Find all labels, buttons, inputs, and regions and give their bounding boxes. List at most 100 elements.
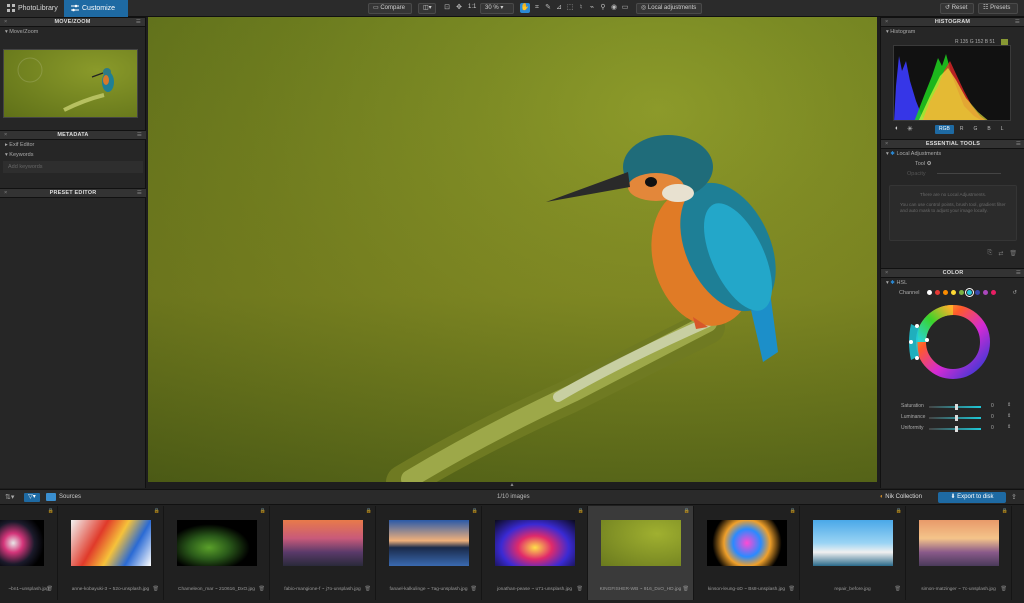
close-icon[interactable]: ×: [885, 140, 888, 149]
fit-icon[interactable]: ⊡: [442, 3, 452, 13]
channel-dot[interactable]: [935, 290, 940, 295]
hsl-slider-track[interactable]: [929, 415, 981, 421]
trash-icon[interactable]: 🗑: [789, 586, 795, 592]
hsl-slider-handle[interactable]: [955, 415, 958, 421]
copy-icon[interactable]: ⎘: [988, 250, 993, 257]
stepper-icon[interactable]: ⇕: [1007, 424, 1011, 430]
close-icon[interactable]: ×: [4, 18, 7, 27]
channel-dot[interactable]: [959, 290, 964, 295]
viewer-collapse-handle[interactable]: ▴: [508, 482, 516, 488]
close-icon[interactable]: ×: [4, 131, 7, 140]
sources-label[interactable]: Sources: [59, 493, 81, 502]
trash-icon[interactable]: 🗑: [1001, 586, 1007, 592]
channel-b[interactable]: B: [983, 125, 994, 134]
channel-rgb[interactable]: RGB: [935, 125, 954, 134]
stepper-icon[interactable]: ⇕: [1007, 413, 1011, 419]
channel-g[interactable]: G: [969, 125, 981, 134]
zoom-1to1-button[interactable]: 1:1: [464, 3, 478, 14]
close-icon[interactable]: ×: [885, 18, 888, 27]
presets-button[interactable]: ☷ Presets: [978, 3, 1018, 14]
channel-dot[interactable]: [943, 290, 948, 295]
trash-icon[interactable]: 🗑: [1009, 250, 1017, 257]
channel-r[interactable]: R: [956, 125, 968, 134]
eyedropper-icon[interactable]: ✎: [543, 3, 553, 13]
lock-icon[interactable]: 🔒: [1002, 508, 1008, 514]
panel-menu-icon[interactable]: ☰: [136, 18, 141, 27]
panel-menu-icon[interactable]: ☰: [1015, 18, 1020, 27]
local-adjustments-button[interactable]: ◎ Local adjustments: [636, 3, 702, 14]
channel-dot[interactable]: [991, 290, 996, 295]
tab-customize[interactable]: Customize: [64, 0, 128, 17]
channel-dot[interactable]: [927, 290, 932, 295]
channel-dot[interactable]: [983, 290, 988, 295]
hsl-slider-handle[interactable]: [955, 404, 958, 410]
panel-menu-icon[interactable]: ☰: [137, 189, 142, 198]
zoom-select[interactable]: 30 % ▾: [480, 3, 514, 14]
nik-collection-button[interactable]: ◐ Nik Collection: [880, 493, 922, 502]
stepper-icon[interactable]: ⇕: [1007, 402, 1011, 408]
hsl-slider-value[interactable]: 0: [991, 425, 994, 431]
lock-icon[interactable]: 🔒: [366, 508, 372, 514]
trash-icon[interactable]: 🗑: [895, 586, 901, 592]
histogram-row[interactable]: ▾ Histogram: [881, 27, 1024, 37]
trash-icon[interactable]: 🗑: [365, 586, 371, 592]
hsl-row[interactable]: ▾ ✱ HSL: [881, 278, 1024, 288]
horizon-icon[interactable]: ⊿: [554, 3, 564, 13]
lock-icon[interactable]: 🔒: [472, 508, 478, 514]
crop-icon[interactable]: ⌗: [532, 3, 542, 13]
keywords-row[interactable]: ▾ Keywords: [0, 150, 146, 160]
mask-icon[interactable]: ▭: [620, 3, 630, 13]
perspective-icon[interactable]: ⬚: [565, 3, 575, 13]
brush-icon[interactable]: ⌁: [587, 3, 597, 13]
add-keywords-input[interactable]: Add keywords: [3, 161, 143, 173]
compare-button[interactable]: ▭ Compare: [368, 3, 412, 14]
trash-icon[interactable]: 🗑: [47, 586, 53, 592]
swap-icon[interactable]: ⇄: [998, 250, 1003, 257]
image-viewer[interactable]: [148, 17, 877, 482]
trash-icon[interactable]: 🗑: [471, 586, 477, 592]
lock-icon[interactable]: 🔒: [48, 508, 54, 514]
hsl-slider-track[interactable]: [929, 426, 981, 432]
hsl-color-wheel[interactable]: [881, 302, 1024, 386]
trash-icon[interactable]: 🗑: [153, 586, 159, 592]
panel-menu-icon[interactable]: ☰: [1016, 269, 1021, 278]
hsl-slider-track[interactable]: [929, 404, 981, 410]
reset-button[interactable]: ↺ Reset: [940, 3, 974, 14]
trash-icon[interactable]: 🗑: [683, 586, 689, 592]
channel-l[interactable]: L: [997, 125, 1008, 134]
filmstrip-item[interactable]: 🔒 fanael-kalkulinge ~ 7ag-unsplash.jpg 🗑: [376, 506, 482, 600]
lock-icon[interactable]: 🔒: [684, 508, 690, 514]
exif-editor-row[interactable]: ▸ Exif Editor: [0, 140, 146, 150]
trash-icon[interactable]: 🗑: [259, 586, 265, 592]
sort-icon[interactable]: ⇅▾: [5, 493, 14, 501]
opacity-slider[interactable]: [937, 173, 1002, 175]
close-icon[interactable]: ×: [4, 189, 7, 198]
filmstrip-item[interactable]: 🔒 anne-kobayuki-3 ~ 52o-unsplash.jpg 🗑: [58, 506, 164, 600]
lock-icon[interactable]: 🔒: [578, 508, 584, 514]
filmstrip-item[interactable]: 🔒 kinson-leung-oD ~ Bs8-unsplash.jpg 🗑: [694, 506, 800, 600]
close-icon[interactable]: ×: [885, 269, 888, 278]
panel-menu-icon[interactable]: ☰: [1016, 140, 1021, 149]
export-to-disk-button[interactable]: ⬇ Export to disk: [938, 492, 1006, 503]
filmstrip-item[interactable]: 🔒 ~bn1~unsplash.jpg 🗑: [0, 506, 58, 600]
repair-icon[interactable]: ♮: [576, 3, 586, 13]
filmstrip-item[interactable]: 🔒 jonathan-pease ~ u71-unsplash.jpg 🗑: [482, 506, 588, 600]
eye-icon[interactable]: ◉: [609, 3, 619, 13]
lock-icon[interactable]: 🔒: [260, 508, 266, 514]
lock-icon[interactable]: 🔒: [790, 508, 796, 514]
filmstrip-item[interactable]: 🔒 simon-matzinger ~ 7c-unsplash.jpg 🗑: [906, 506, 1012, 600]
channel-dot[interactable]: [951, 290, 956, 295]
shadow-clip-icon[interactable]: ◐: [895, 125, 899, 132]
filmstrip-item[interactable]: 🔒 Chameleon_mar ~ 210616_DxO.jpg 🗑: [164, 506, 270, 600]
filmstrip-item[interactable]: 🔒 repair_before.jpg 🗑: [800, 506, 906, 600]
hsl-slider-value[interactable]: 0: [991, 414, 994, 420]
lock-icon[interactable]: 🔒: [896, 508, 902, 514]
move-icon[interactable]: ✥: [454, 3, 464, 13]
tool-gear-icon[interactable]: ⚙: [927, 161, 932, 167]
local-adjustments-row[interactable]: ▾ ✱ Local Adjustments: [881, 149, 1024, 159]
channel-dot[interactable]: [965, 288, 974, 297]
panel-menu-icon[interactable]: ☰: [137, 131, 142, 140]
navigator-thumbnail[interactable]: [3, 49, 138, 118]
move-zoom-row[interactable]: ▾ Move/Zoom: [0, 27, 145, 37]
hsl-slider-value[interactable]: 0: [991, 403, 994, 409]
